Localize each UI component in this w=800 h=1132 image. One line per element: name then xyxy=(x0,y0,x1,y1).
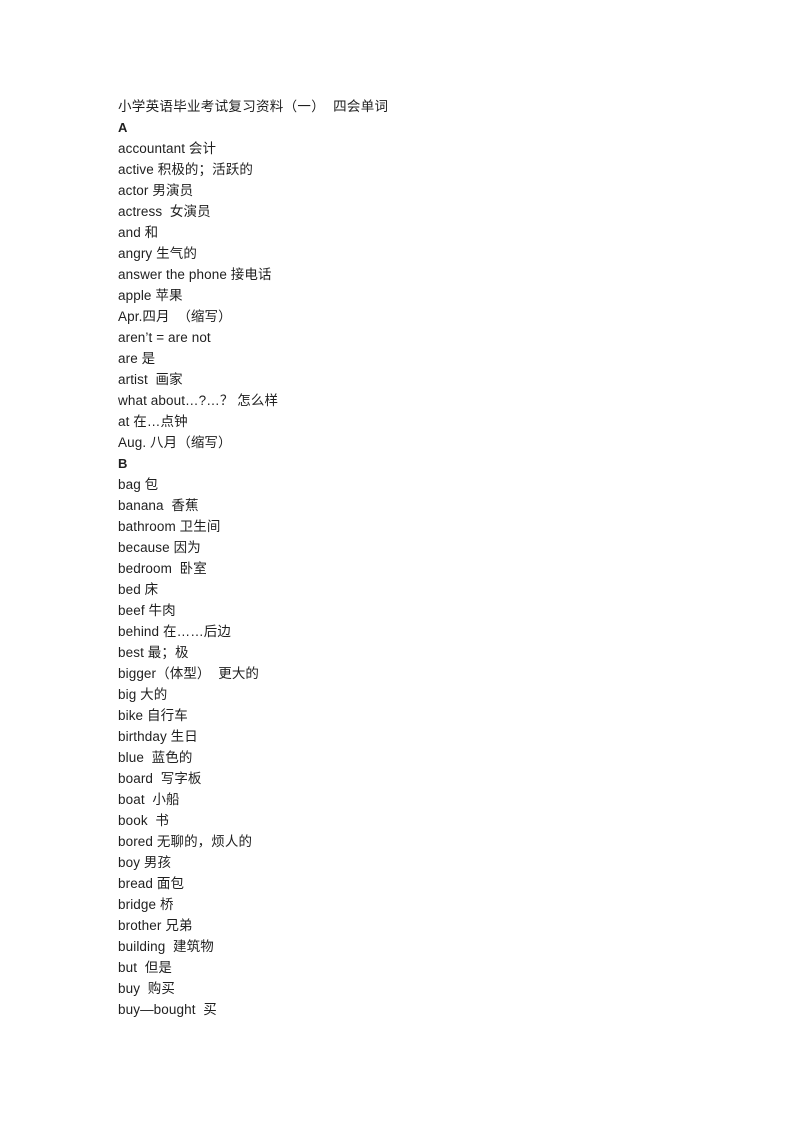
vocabulary-entry: brother 兄弟 xyxy=(118,918,193,933)
vocabulary-entry: because 因为 xyxy=(118,540,201,555)
vocabulary-entry: building 建筑物 xyxy=(118,939,214,954)
vocabulary-entry: bedroom 卧室 xyxy=(118,561,207,576)
vocabulary-entry: banana 香蕉 xyxy=(118,498,199,513)
document-text-body: 小学英语毕业考试复习资料（一） 四会单词 Aaccountant 会计 active… xyxy=(118,96,718,1020)
vocabulary-entry: apple 苹果 xyxy=(118,288,183,303)
vocabulary-entry: bag 包 xyxy=(118,477,159,492)
vocabulary-entry: buy—bought 买 xyxy=(118,1002,217,1017)
vocabulary-entry: boy 男孩 xyxy=(118,855,172,870)
vocabulary-entry: accountant 会计 xyxy=(118,141,217,156)
vocabulary-entry: active 积极的；活跃的 xyxy=(118,162,253,177)
vocabulary-entry: actress 女演员 xyxy=(118,204,211,219)
vocabulary-entry: book 书 xyxy=(118,813,169,828)
vocabulary-entry: artist 画家 xyxy=(118,372,183,387)
vocabulary-entry: board 写字板 xyxy=(118,771,202,786)
vocabulary-entry: answer the phone 接电话 xyxy=(118,267,272,282)
vocabulary-entry: blue 蓝色的 xyxy=(118,750,193,765)
vocabulary-entry: bike 自行车 xyxy=(118,708,188,723)
vocabulary-entry: are 是 xyxy=(118,351,156,366)
section-heading-a: A xyxy=(118,120,128,135)
vocabulary-entry: bigger（体型） 更大的 xyxy=(118,666,260,681)
vocabulary-entry: boat 小船 xyxy=(118,792,180,807)
vocabulary-entry: buy 购买 xyxy=(118,981,175,996)
vocabulary-entry: Aug. 八月（缩写） xyxy=(118,435,232,450)
vocabulary-entry: but 但是 xyxy=(118,960,172,975)
vocabulary-entry: bathroom 卫生间 xyxy=(118,519,221,534)
vocabulary-entry: angry 生气的 xyxy=(118,246,197,261)
vocabulary-entry: bridge 桥 xyxy=(118,897,174,912)
document-page: 小学英语毕业考试复习资料（一） 四会单词 Aaccountant 会计 active… xyxy=(0,0,800,1132)
vocabulary-entry: at 在…点钟 xyxy=(118,414,188,429)
vocabulary-entry: Apr.四月 （缩写） xyxy=(118,309,232,324)
vocabulary-entry: aren’t = are not xyxy=(118,330,211,345)
vocabulary-entry: beef 牛肉 xyxy=(118,603,176,618)
vocabulary-entry: big 大的 xyxy=(118,687,168,702)
page-title: 小学英语毕业考试复习资料（一） 四会单词 xyxy=(118,99,389,114)
vocabulary-entry: what about…?…？ 怎么样 xyxy=(118,393,279,408)
vocabulary-entry: bed 床 xyxy=(118,582,159,597)
vocabulary-entry: bread 面包 xyxy=(118,876,185,891)
vocabulary-entry: behind 在……后边 xyxy=(118,624,231,639)
vocabulary-entry: and 和 xyxy=(118,225,159,240)
vocabulary-entry: best 最；极 xyxy=(118,645,189,660)
vocabulary-entry: actor 男演员 xyxy=(118,183,194,198)
section-heading-b: B xyxy=(118,456,128,471)
vocabulary-entry: bored 无聊的，烦人的 xyxy=(118,834,253,849)
vocabulary-entry: birthday 生日 xyxy=(118,729,198,744)
